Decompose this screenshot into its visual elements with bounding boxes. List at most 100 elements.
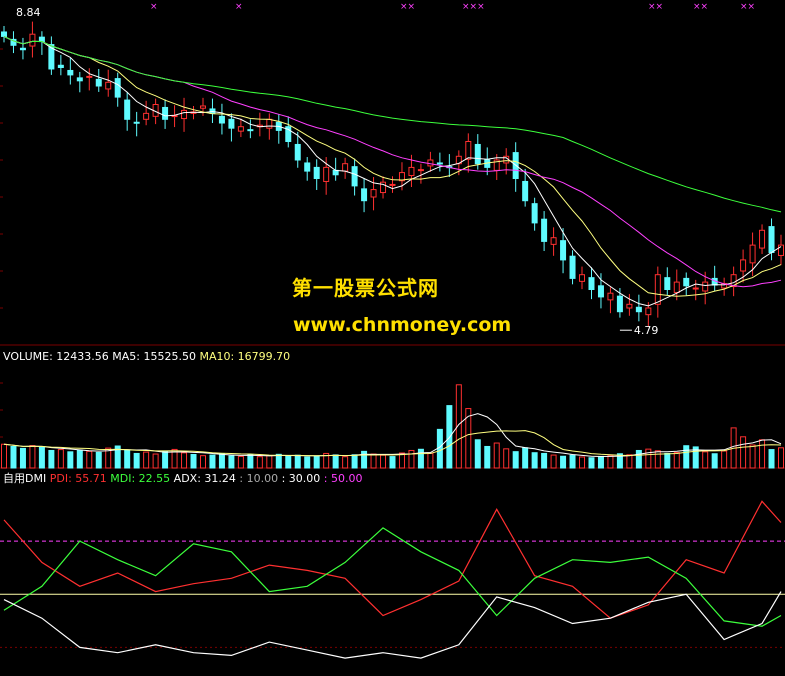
signal-mark: ××× — [462, 2, 485, 12]
volume-bar — [313, 455, 320, 469]
volume-bar — [550, 454, 557, 469]
volume-bar — [427, 452, 434, 469]
volume-bar — [209, 454, 216, 469]
candle-body — [749, 244, 756, 264]
volume-bar — [67, 451, 74, 469]
volume-bar — [484, 445, 491, 469]
volume-header: VOLUME: 12433.56 MA5: 15525.50 MA10: 167… — [3, 350, 290, 363]
volume-bar — [702, 451, 709, 469]
candle-body — [522, 180, 529, 202]
stock-chart: 8.844.79× × ×× ××× ×× ×× ××VOLUME: 12433.56 MA… — [0, 2, 785, 659]
candle-body — [588, 277, 595, 291]
candle-body — [342, 163, 349, 172]
signal-mark: ×× — [648, 2, 663, 12]
volume-bar — [683, 445, 690, 469]
candle-body — [38, 36, 45, 43]
volume-panel: VOLUME: 12433.56 MA5: 15525.50 MA10: 167… — [0, 350, 785, 469]
candle-body — [29, 33, 36, 47]
volume-bar — [370, 453, 377, 469]
volume-bar — [664, 452, 671, 469]
volume-bar — [247, 454, 254, 469]
volume-bar — [398, 452, 405, 469]
volume-bar — [493, 442, 500, 469]
candle-body — [541, 218, 548, 242]
candle-body — [181, 109, 188, 120]
candle-body — [474, 143, 481, 165]
volume-bar — [48, 449, 55, 469]
candle-body — [237, 126, 244, 132]
volume-bar — [228, 455, 235, 469]
candle-body — [579, 274, 586, 282]
volume-bar — [10, 445, 17, 469]
candle-body — [124, 99, 131, 120]
candle-body — [218, 115, 225, 124]
candle-body — [57, 64, 64, 68]
volume-bar — [95, 451, 102, 469]
volume-bar — [133, 452, 140, 469]
candle-body — [531, 203, 538, 224]
volume-bar — [351, 454, 358, 469]
candle-body — [114, 78, 121, 98]
candle-body — [361, 188, 368, 202]
candle-body — [19, 47, 26, 51]
candle-body — [607, 292, 614, 301]
volume-bar — [721, 450, 728, 469]
candle-body — [351, 166, 358, 187]
max-price-label: 8.84 — [16, 6, 41, 19]
volume-bar — [285, 455, 292, 469]
volume-bar — [417, 448, 424, 469]
candle-body — [417, 169, 424, 172]
volume-bar — [740, 436, 747, 469]
signal-mark: ×× — [400, 2, 415, 12]
ma10-line — [3, 35, 782, 297]
candle-body — [323, 166, 330, 182]
candle-body — [759, 229, 766, 249]
volume-bar — [1, 443, 7, 469]
candle-body — [86, 75, 93, 78]
volume-bar — [181, 452, 188, 469]
candle-body — [76, 77, 83, 82]
volume-bar — [512, 451, 519, 469]
volume-bar — [673, 452, 680, 469]
volume-bar — [759, 439, 766, 469]
volume-bar — [503, 448, 510, 469]
volume-bar — [275, 453, 282, 469]
volume-bar — [635, 449, 642, 469]
volume-bar — [778, 447, 784, 469]
candle-body — [143, 112, 150, 120]
candle-body — [313, 166, 320, 179]
volume-bar — [597, 455, 604, 469]
adx-line — [3, 591, 782, 659]
volume-bar — [541, 452, 548, 469]
volume-bar — [389, 456, 396, 469]
volume-bar — [579, 456, 586, 469]
candle-body — [95, 78, 102, 87]
volume-bar — [304, 456, 311, 469]
volume-bar — [626, 454, 633, 469]
candle-body — [247, 129, 254, 132]
candle-body — [569, 255, 576, 279]
volume-bar — [380, 454, 387, 469]
candle-body — [1, 31, 7, 37]
volume-bar — [436, 428, 443, 469]
signal-mark: ×× — [740, 2, 755, 12]
candle-body — [162, 106, 169, 120]
volume-bar — [190, 453, 197, 469]
candle-body — [597, 285, 604, 298]
volume-ma5-line — [3, 413, 782, 458]
volume-bar — [143, 451, 150, 469]
volume-bar — [645, 448, 652, 469]
candle-body — [465, 141, 472, 160]
volume-bar — [588, 457, 595, 469]
volume-bar — [256, 456, 263, 469]
candle-body — [560, 240, 567, 261]
volume-bar — [768, 449, 775, 469]
volume-bar — [560, 455, 567, 469]
candle-body — [408, 166, 415, 177]
pdi-line — [3, 500, 782, 619]
volume-bar — [19, 447, 26, 469]
volume-bar — [294, 454, 301, 469]
candle-body — [266, 118, 273, 129]
volume-bar — [152, 453, 159, 469]
volume-bar — [408, 449, 415, 469]
